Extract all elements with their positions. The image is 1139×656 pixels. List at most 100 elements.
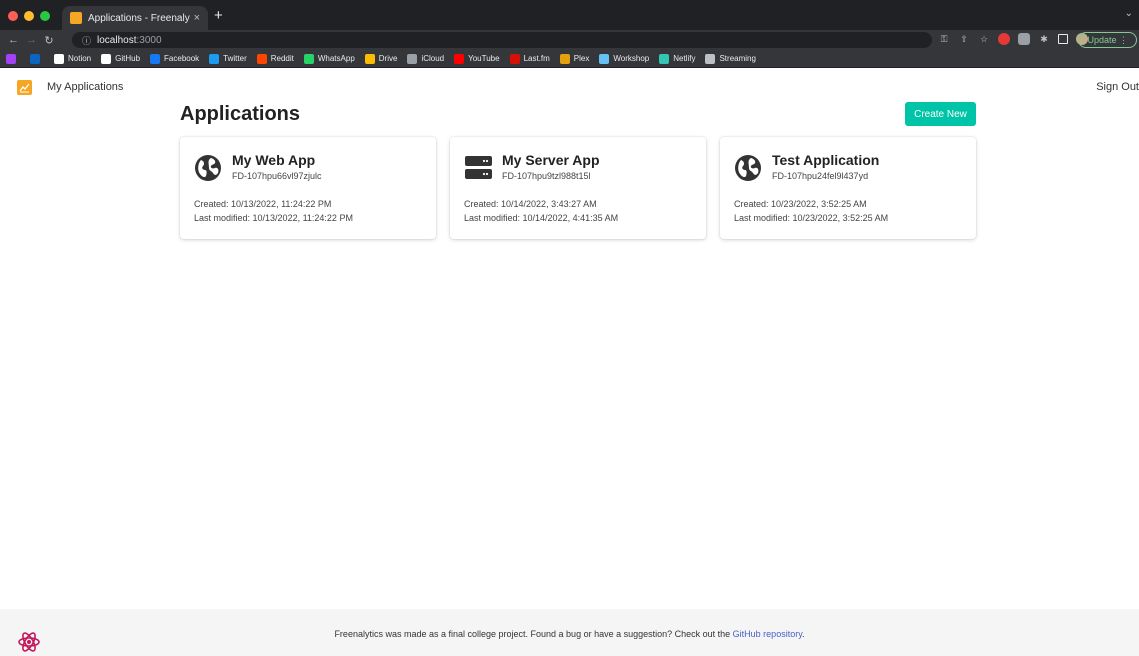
chevron-down-icon[interactable]: ⌄ bbox=[1125, 8, 1133, 19]
app-modified: Last modified: 10/13/2022, 11:24:22 PM bbox=[194, 213, 353, 223]
browser-toolbar: ← → ↻ ⓘ localhost:3000 ⚿ ⇧ ☆ ✱ Update ⋮ bbox=[0, 30, 1139, 50]
bookmark-item[interactable]: Streaming bbox=[705, 53, 756, 64]
bookmark-star-icon[interactable]: ☆ bbox=[978, 33, 990, 45]
footer-message: Freenalytics was made as a final college… bbox=[334, 629, 733, 639]
page-title: Applications bbox=[180, 103, 301, 125]
bookmark-item[interactable]: iCloud bbox=[407, 53, 445, 64]
apple-icon bbox=[407, 53, 418, 64]
tab-close-icon[interactable]: × bbox=[194, 12, 200, 24]
bookmark-item[interactable] bbox=[6, 53, 20, 64]
address-bar[interactable]: ⓘ localhost:3000 bbox=[72, 32, 932, 48]
app-id: FD-107hpu24fel9l437yd bbox=[772, 171, 869, 181]
update-label: Update bbox=[1087, 35, 1117, 45]
zoom-window-button[interactable] bbox=[40, 11, 50, 21]
app-created: Created: 10/13/2022, 11:24:22 PM bbox=[194, 199, 332, 209]
linkedin-icon bbox=[30, 53, 40, 64]
create-new-button[interactable]: Create New bbox=[905, 102, 976, 126]
footer: Freenalytics was made as a final college… bbox=[0, 609, 1139, 656]
lastfm-icon bbox=[509, 53, 520, 64]
bookmark-item[interactable]: Last.fm bbox=[509, 53, 550, 64]
plex-icon bbox=[559, 53, 570, 64]
bookmark-item[interactable]: WhatsApp bbox=[303, 53, 355, 64]
bookmark-item[interactable]: GitHub bbox=[101, 53, 141, 64]
bookmark-item[interactable]: Workshop bbox=[599, 53, 650, 64]
bookmark-item[interactable]: Twitter bbox=[209, 53, 247, 64]
app-created: Created: 10/14/2022, 3:43:27 AM bbox=[464, 199, 597, 209]
browser-tab[interactable]: Applications - Freenalytics × bbox=[62, 6, 208, 30]
bookmark-label: iCloud bbox=[421, 54, 445, 63]
app-modified: Last modified: 10/23/2022, 3:52:25 AM bbox=[734, 213, 889, 223]
share-icon[interactable]: ⇧ bbox=[958, 33, 970, 45]
app-card-server[interactable]: My Server App FD-107hpu9tzl988t15l Creat… bbox=[450, 137, 706, 239]
github-repository-link[interactable]: GitHub repository bbox=[733, 629, 802, 639]
facebook-icon bbox=[150, 53, 161, 64]
bookmark-label: WhatsApp bbox=[317, 54, 355, 63]
extension-icons: ⚿ ⇧ ☆ ✱ bbox=[938, 33, 1088, 45]
footer-text: Freenalytics was made as a final college… bbox=[0, 629, 1139, 639]
drive-icon bbox=[364, 53, 375, 64]
bookmark-item[interactable]: Drive bbox=[364, 53, 398, 64]
bookmark-label: Streaming bbox=[719, 54, 756, 63]
server-icon bbox=[465, 156, 492, 179]
notion-icon bbox=[54, 53, 64, 64]
extension-icon[interactable] bbox=[1018, 33, 1030, 45]
app-card-web[interactable]: My Web App FD-107hpu66vl97zjulc Created:… bbox=[180, 137, 436, 239]
reload-icon[interactable]: ↻ bbox=[44, 34, 54, 47]
app-name: My Server App bbox=[502, 152, 600, 168]
site-info-icon[interactable]: ⓘ bbox=[82, 34, 91, 47]
bookmark-label: Twitter bbox=[223, 54, 247, 63]
bookmark-label: Plex bbox=[573, 54, 590, 63]
browser-tab-bar: Applications - Freenalytics × + ⌄ bbox=[0, 0, 1139, 30]
bookmark-item[interactable] bbox=[30, 53, 44, 64]
freenalytics-logo-icon[interactable] bbox=[17, 80, 32, 95]
close-window-button[interactable] bbox=[8, 11, 18, 21]
key-icon[interactable]: ⚿ bbox=[938, 33, 950, 45]
bookmark-label: YouTube bbox=[468, 54, 500, 63]
bookmark-label: Notion bbox=[68, 54, 92, 63]
workshop-icon bbox=[599, 53, 610, 64]
app-name: Test Application bbox=[772, 152, 880, 168]
back-icon[interactable]: ← bbox=[8, 34, 19, 46]
bookmark-label: GitHub bbox=[115, 54, 141, 63]
sign-out-link[interactable]: Sign Out bbox=[1096, 81, 1139, 93]
bookmark-label: Facebook bbox=[164, 54, 200, 63]
bookmark-label: Reddit bbox=[270, 54, 294, 63]
reddit-icon bbox=[256, 53, 267, 64]
twitter-icon bbox=[209, 53, 220, 64]
extension-bookmark-icon bbox=[6, 53, 16, 64]
app-header: My Applications Sign Out bbox=[0, 68, 1139, 106]
app-card-test[interactable]: Test Application FD-107hpu24fel9l437yd C… bbox=[720, 137, 976, 239]
bookmark-item[interactable]: Plex bbox=[559, 53, 590, 64]
puzzle-icon[interactable]: ✱ bbox=[1038, 33, 1050, 45]
url-host: localhost bbox=[97, 34, 137, 46]
youtube-icon bbox=[454, 53, 465, 64]
folder-icon bbox=[705, 53, 716, 64]
globe-icon bbox=[195, 155, 221, 181]
my-applications-link[interactable]: My Applications bbox=[47, 81, 123, 93]
app-id: FD-107hpu9tzl988t15l bbox=[502, 171, 591, 181]
app-id: FD-107hpu66vl97zjulc bbox=[232, 171, 322, 181]
bookmark-item[interactable]: Reddit bbox=[256, 53, 294, 64]
new-tab-button[interactable]: + bbox=[214, 7, 223, 24]
adblock-icon[interactable] bbox=[998, 33, 1010, 45]
minimize-window-button[interactable] bbox=[24, 11, 34, 21]
tab-title: Applications - Freenalytics bbox=[88, 12, 190, 24]
netlify-icon bbox=[659, 53, 670, 64]
bookmark-label: Workshop bbox=[613, 54, 650, 63]
freenalytics-favicon-icon bbox=[70, 12, 82, 24]
forward-icon[interactable]: → bbox=[26, 34, 37, 46]
bookmark-label: Netlify bbox=[673, 54, 696, 63]
bookmark-label: Drive bbox=[378, 54, 398, 63]
bookmark-item[interactable]: Facebook bbox=[150, 53, 200, 64]
app-modified: Last modified: 10/14/2022, 4:41:35 AM bbox=[464, 213, 619, 223]
footer-end: . bbox=[802, 629, 805, 639]
bookmark-item[interactable]: YouTube bbox=[454, 53, 500, 64]
bookmark-item[interactable]: Netlify bbox=[659, 53, 696, 64]
github-icon bbox=[101, 53, 112, 64]
app-created: Created: 10/23/2022, 3:52:25 AM bbox=[734, 199, 867, 209]
app-name: My Web App bbox=[232, 152, 316, 168]
bookmark-item[interactable]: Notion bbox=[54, 53, 92, 64]
update-button[interactable]: Update ⋮ bbox=[1078, 32, 1137, 48]
bookmark-label: Last.fm bbox=[523, 54, 550, 63]
sidepanel-icon[interactable] bbox=[1058, 34, 1068, 44]
